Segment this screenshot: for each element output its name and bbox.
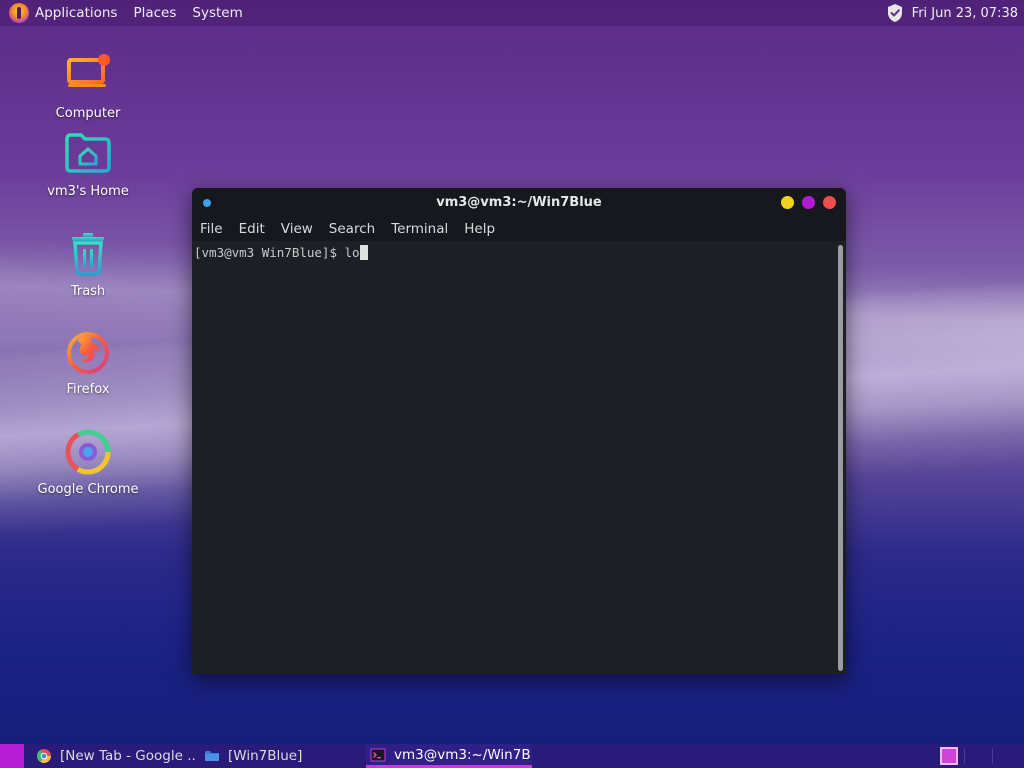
bottom-taskbar: [New Tab - Google ... [Win7Blue] vm3@vm3… bbox=[0, 744, 1024, 768]
workspace-1-button[interactable] bbox=[940, 747, 958, 765]
maximize-button[interactable] bbox=[802, 196, 815, 209]
task-terminal[interactable]: vm3@vm3:~/Win7B... bbox=[366, 744, 532, 768]
computer-icon bbox=[67, 54, 110, 87]
desktop-icon-home[interactable]: vm3's Home bbox=[23, 130, 153, 199]
folder-icon bbox=[205, 751, 219, 761]
desktop-icon-computer[interactable]: Computer bbox=[23, 52, 153, 121]
trash-icon bbox=[72, 233, 104, 276]
desktop-icon-label: Google Chrome bbox=[37, 482, 139, 497]
desktop-icon-trash[interactable]: Trash bbox=[23, 230, 153, 299]
minimize-button[interactable] bbox=[781, 196, 794, 209]
show-desktop-button[interactable] bbox=[0, 744, 24, 768]
menu-applications[interactable]: Applications bbox=[35, 5, 117, 21]
firefox-icon bbox=[67, 332, 109, 374]
task-label: vm3@vm3:~/Win7B... bbox=[394, 746, 532, 763]
prompt-line: [vm3@vm3 Win7Blue]$ lo bbox=[194, 245, 836, 260]
task-label: [Win7Blue] bbox=[228, 748, 303, 764]
terminal-output[interactable]: [vm3@vm3 Win7Blue]$ lo bbox=[192, 241, 836, 674]
top-panel: Applications Places System Fri Jun 23, 0… bbox=[0, 0, 1024, 26]
workspace-separator bbox=[992, 748, 993, 764]
text-cursor bbox=[359, 245, 368, 260]
desktop-icon-label: Computer bbox=[55, 106, 121, 121]
menu-view[interactable]: View bbox=[281, 221, 313, 237]
terminal-window[interactable]: vm3@vm3:~/Win7Blue File Edit View Search… bbox=[192, 188, 846, 674]
menu-edit[interactable]: Edit bbox=[239, 221, 265, 237]
terminal-title: vm3@vm3:~/Win7Blue bbox=[436, 195, 602, 210]
applications-logo-icon[interactable] bbox=[9, 3, 29, 23]
terminal-icon bbox=[370, 748, 386, 761]
command-input[interactable]: lo bbox=[345, 245, 360, 260]
chrome-icon bbox=[65, 429, 111, 475]
menu-places[interactable]: Places bbox=[133, 5, 176, 21]
chrome-icon bbox=[37, 749, 51, 763]
panel-tray: Fri Jun 23, 07:38 bbox=[886, 0, 1018, 26]
task-chrome[interactable]: [New Tab - Google ... bbox=[36, 744, 196, 768]
window-menu-dot-icon[interactable] bbox=[203, 199, 211, 207]
task-file-manager[interactable]: [Win7Blue] bbox=[204, 744, 364, 768]
desktop-icon-firefox[interactable]: Firefox bbox=[23, 328, 153, 397]
desktop-icon-chrome[interactable]: Google Chrome bbox=[23, 428, 153, 497]
menu-system[interactable]: System bbox=[192, 5, 242, 21]
desktop-icon-label: Trash bbox=[70, 284, 106, 299]
menu-search[interactable]: Search bbox=[329, 221, 375, 237]
terminal-scrollbar[interactable] bbox=[836, 241, 846, 674]
workspace-3-button[interactable] bbox=[996, 747, 1014, 765]
panel-clock[interactable]: Fri Jun 23, 07:38 bbox=[912, 6, 1018, 21]
desktop-icon-label: vm3's Home bbox=[47, 184, 129, 199]
workspace-2-button[interactable] bbox=[968, 747, 986, 765]
desktop-icon-label: Firefox bbox=[66, 382, 110, 397]
terminal-titlebar[interactable]: vm3@vm3:~/Win7Blue bbox=[192, 188, 846, 217]
close-button[interactable] bbox=[823, 196, 836, 209]
terminal-menubar: File Edit View Search Terminal Help bbox=[192, 217, 846, 241]
menu-file[interactable]: File bbox=[200, 221, 223, 237]
workspace-separator bbox=[964, 748, 965, 764]
scrollbar-thumb[interactable] bbox=[838, 245, 843, 671]
task-label: [New Tab - Google ... bbox=[60, 748, 196, 764]
shield-check-icon[interactable] bbox=[886, 3, 904, 23]
menu-terminal[interactable]: Terminal bbox=[391, 221, 448, 237]
menu-help[interactable]: Help bbox=[464, 221, 495, 237]
home-folder-icon bbox=[65, 133, 111, 173]
shell-prompt: [vm3@vm3 Win7Blue]$ bbox=[194, 245, 345, 260]
